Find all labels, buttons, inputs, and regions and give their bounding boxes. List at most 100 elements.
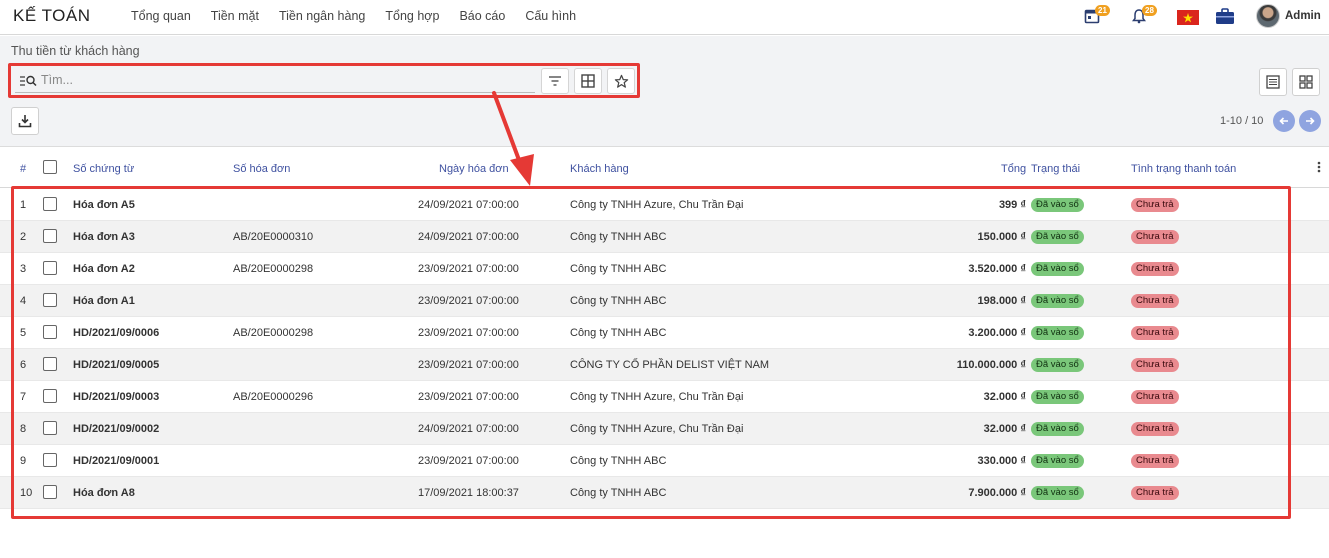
menu-tong-hop[interactable]: Tổng hợp [385,9,439,23]
invoice-date-cell[interactable]: 23/09/2021 07:00:00 [418,359,519,371]
table-row[interactable]: 10 Hóa đơn A8 17/09/2021 18:00:37 Công ty T… [0,477,1329,509]
invoice-date-cell[interactable]: 24/09/2021 07:00:00 [418,199,519,211]
col-doc-number[interactable]: Số chứng từ [73,163,134,175]
app-title[interactable]: KẾ TOÁN [13,6,91,26]
download-button[interactable] [11,107,39,135]
invoice-date-cell[interactable]: 24/09/2021 07:00:00 [418,423,519,435]
row-index: 4 [20,295,27,307]
customer-cell[interactable]: Công ty TNHH ABC [570,263,666,275]
col-customer[interactable]: Khách hàng [570,163,629,175]
row-checkbox[interactable] [43,389,57,403]
menu-bao-cao[interactable]: Báo cáo [459,9,505,23]
doc-number-cell[interactable]: HD/2021/09/0006 [73,327,159,339]
row-checkbox[interactable] [43,293,57,307]
doc-number-cell[interactable]: Hóa đơn A2 [73,263,135,275]
invoice-number-cell[interactable]: AB/20E0000298 [233,327,313,339]
row-checkbox[interactable] [43,197,57,211]
menu-cau-hinh[interactable]: Cấu hình [525,9,576,23]
favorite-button[interactable] [607,68,635,94]
doc-number-cell[interactable]: HD/2021/09/0003 [73,391,159,403]
table-row[interactable]: 9 HD/2021/09/0001 23/09/2021 07:00:00 Công … [0,445,1329,477]
total-cell[interactable]: 330.000 ₫ [978,455,1026,467]
invoice-date-cell[interactable]: 23/09/2021 07:00:00 [418,455,519,467]
total-cell[interactable]: 110.000.000 ₫ [957,359,1026,371]
row-checkbox[interactable] [43,485,57,499]
customer-cell[interactable]: Công ty TNHH ABC [570,487,666,499]
invoice-date-cell[interactable]: 24/09/2021 07:00:00 [418,231,519,243]
filter-button[interactable] [541,68,569,94]
invoice-date-cell[interactable]: 23/09/2021 07:00:00 [418,295,519,307]
kanban-view-button[interactable] [1292,68,1320,96]
total-cell[interactable]: 32.000 ₫ [984,423,1026,435]
doc-number-cell[interactable]: HD/2021/09/0001 [73,455,159,467]
table-row[interactable]: 8 HD/2021/09/0002 24/09/2021 07:00:00 Công … [0,413,1329,445]
doc-number-cell[interactable]: HD/2021/09/0005 [73,359,159,371]
search-input[interactable]: Tìm... [15,69,535,93]
briefcase-icon[interactable] [1215,8,1235,28]
invoice-number-cell[interactable]: AB/20E0000296 [233,391,313,403]
invoice-date-cell[interactable]: 17/09/2021 18:00:37 [418,487,519,499]
table-row[interactable]: 5 HD/2021/09/0006 AB/20E0000298 23/09/2021 … [0,317,1329,349]
payment-status-badge: Chưa trả [1131,390,1179,404]
breadcrumb[interactable]: Thu tiền từ khách hàng [11,44,140,58]
table-row[interactable]: 7 HD/2021/09/0003 AB/20E0000296 23/09/2021 … [0,381,1329,413]
user-name[interactable]: Admin [1285,10,1321,22]
customer-cell[interactable]: Công ty TNHH Azure, Chu Trần Đại [570,199,743,211]
doc-number-cell[interactable]: Hóa đơn A5 [73,199,135,211]
menu-tong-quan[interactable]: Tổng quan [131,9,191,23]
pager-next-button[interactable] [1299,110,1321,132]
list-view-button[interactable] [1259,68,1287,96]
customer-cell[interactable]: Công ty TNHH ABC [570,455,666,467]
total-cell[interactable]: 150.000 ₫ [978,231,1026,243]
customer-cell[interactable]: Công ty TNHH ABC [570,327,666,339]
bell-icon[interactable]: 28 [1131,5,1157,27]
table-row[interactable]: 1 Hóa đơn A5 24/09/2021 07:00:00 Công ty TN… [0,189,1329,221]
col-status[interactable]: Trạng thái [1031,163,1080,175]
col-total[interactable]: Tổng [1001,163,1026,175]
total-cell[interactable]: 7.900.000 ₫ [968,487,1026,499]
row-checkbox[interactable] [43,261,57,275]
doc-number-cell[interactable]: HD/2021/09/0002 [73,423,159,435]
menu-tien-ngan-hang[interactable]: Tiền ngân hàng [279,9,365,23]
total-cell[interactable]: 198.000 ₫ [978,295,1026,307]
customer-cell[interactable]: CÔNG TY CỔ PHẦN DELIST VIỆT NAM [570,359,769,371]
invoice-date-cell[interactable]: 23/09/2021 07:00:00 [418,391,519,403]
row-checkbox[interactable] [43,357,57,371]
group-by-button[interactable] [574,68,602,94]
doc-number-cell[interactable]: Hóa đơn A3 [73,231,135,243]
vn-flag-icon[interactable] [1177,10,1199,28]
customer-cell[interactable]: Công ty TNHH ABC [570,295,666,307]
calendar-icon[interactable]: 21 [1084,5,1110,27]
table-row[interactable]: 6 HD/2021/09/0005 23/09/2021 07:00:00 CÔNG … [0,349,1329,381]
customer-cell[interactable]: Công ty TNHH Azure, Chu Trần Đại [570,423,743,435]
customer-cell[interactable]: Công ty TNHH ABC [570,231,666,243]
table-row[interactable]: 2 Hóa đơn A3 AB/20E0000310 24/09/2021 07:00… [0,221,1329,253]
col-payment-status[interactable]: Tình trạng thanh toán [1131,163,1236,175]
invoice-date-cell[interactable]: 23/09/2021 07:00:00 [418,263,519,275]
row-index: 2 [20,231,27,243]
invoice-number-cell[interactable]: AB/20E0000310 [233,231,313,243]
row-checkbox[interactable] [43,421,57,435]
table-row[interactable]: 3 Hóa đơn A2 AB/20E0000298 23/09/2021 07:00… [0,253,1329,285]
table-row[interactable]: 4 Hóa đơn A1 23/09/2021 07:00:00 Công ty TN… [0,285,1329,317]
pager-value[interactable]: 1-10 / 10 [1220,115,1263,127]
menu-tien-mat[interactable]: Tiền mặt [211,9,259,23]
column-options-icon[interactable] [1317,161,1321,176]
pager-previous-button[interactable] [1273,110,1295,132]
invoice-number-cell[interactable]: AB/20E0000298 [233,263,313,275]
row-checkbox[interactable] [43,453,57,467]
row-checkbox[interactable] [43,229,57,243]
total-cell[interactable]: 3.200.000 ₫ [968,327,1026,339]
customer-cell[interactable]: Công ty TNHH Azure, Chu Trần Đại [570,391,743,403]
doc-number-cell[interactable]: Hóa đơn A1 [73,295,135,307]
total-cell[interactable]: 32.000 ₫ [984,391,1026,403]
col-invoice-number[interactable]: Số hóa đơn [233,163,290,175]
select-all-checkbox[interactable] [43,160,57,174]
invoice-date-cell[interactable]: 23/09/2021 07:00:00 [418,327,519,339]
avatar[interactable] [1256,4,1280,28]
total-cell[interactable]: 3.520.000 ₫ [968,263,1026,275]
total-cell[interactable]: 399 ₫ [999,199,1026,211]
doc-number-cell[interactable]: Hóa đơn A8 [73,487,135,499]
row-checkbox[interactable] [43,325,57,339]
col-invoice-date[interactable]: Ngày hóa đơn [439,163,509,175]
